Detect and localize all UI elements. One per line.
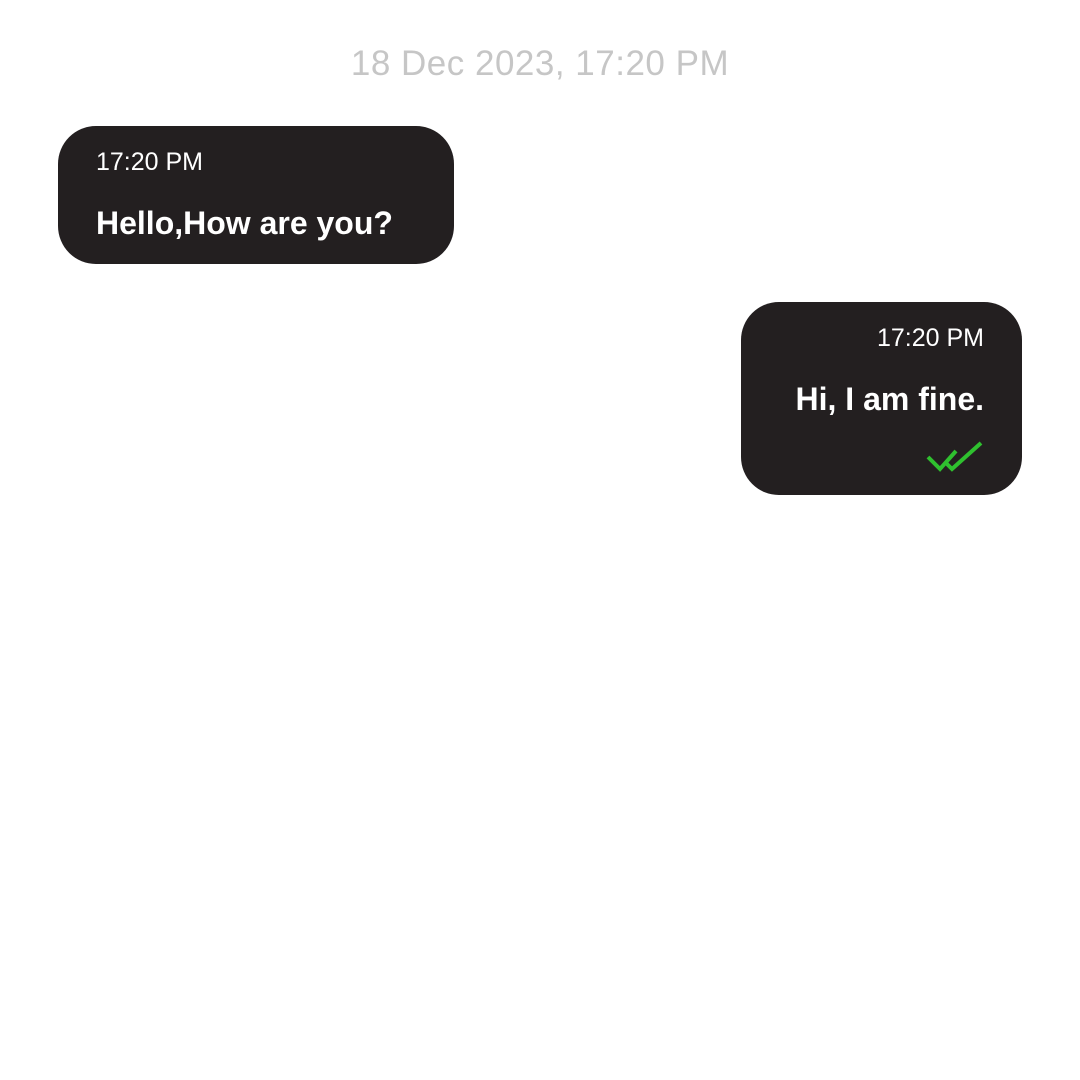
message-timestamp: 17:20 PM (96, 148, 204, 176)
message-text: Hi, I am fine. (795, 381, 984, 417)
outgoing-message-bubble[interactable]: 17:20 PM Hi, I am fine. (741, 302, 1022, 495)
date-divider: 18 Dec 2023, 17:20 PM (350, 44, 730, 83)
double-check-icon (926, 441, 983, 472)
message-text: Hello,How are you? (96, 205, 393, 241)
message-timestamp: 17:20 PM (876, 324, 984, 352)
incoming-message-bubble[interactable]: 17:20 PM Hello,How are you? (58, 126, 454, 264)
